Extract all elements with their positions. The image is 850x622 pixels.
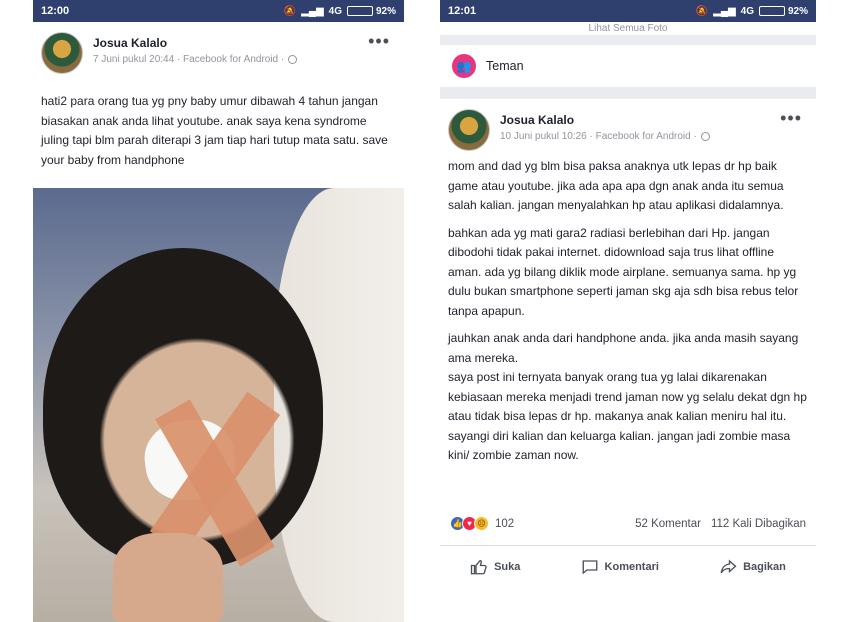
comment-label: Komentari [604, 560, 659, 573]
avatar[interactable] [448, 109, 490, 151]
engagement-counts: 52 Komentar 112 Kali Dibagikan [635, 518, 806, 530]
friends-section[interactable]: 👥 Teman [440, 45, 816, 87]
post-meta: Josua Kalalo 7 Juni pukul 20:44 · Facebo… [93, 36, 298, 65]
battery-percent: 92% [375, 5, 396, 17]
avatar[interactable] [41, 32, 83, 74]
author-name[interactable]: Josua Kalalo [93, 36, 297, 50]
post-text: hati2 para orang tua yg pny baby umur di… [41, 94, 388, 167]
see-all-photos-strip[interactable]: Lihat Semua Foto [440, 22, 816, 35]
share-label: Bagikan [743, 560, 786, 573]
like-button[interactable]: Suka [470, 558, 520, 576]
mute-icon: 🔕 [283, 5, 297, 17]
post-paragraph: bahkan ada yg mati gara2 radiasi berlebi… [448, 225, 799, 318]
battery-indicator: 92% [346, 5, 396, 17]
right-screenshot: 12:01 🔕 ▂▄▆ 4G 92% Lihat Semua Foto 👥 Te… [440, 0, 816, 622]
post-paragraph: jauhkan anak anda dari handphone anda. j… [448, 331, 807, 462]
signal-icon: ▂▄▆ [713, 5, 736, 17]
globe-icon [700, 132, 710, 141]
status-time: 12:01 [448, 5, 477, 17]
network-type: 4G [740, 5, 754, 17]
battery-icon [758, 6, 785, 16]
author-name[interactable]: Josua Kalalo [500, 113, 710, 127]
status-icons: 🔕 ▂▄▆ 4G 92% [696, 6, 808, 17]
battery-indicator: 92% [758, 5, 808, 17]
share-button[interactable]: Bagikan [719, 558, 786, 576]
globe-icon [288, 55, 298, 64]
like-label: Suka [494, 560, 521, 573]
comments-count[interactable]: 52 Komentar [635, 518, 701, 530]
child-hand [113, 533, 223, 622]
friends-icon: 👥 [452, 54, 476, 78]
status-icons: 🔕 ▂▄▆ 4G 92% [284, 6, 396, 17]
comment-icon [582, 559, 597, 574]
post-photo[interactable] [33, 188, 404, 622]
status-bar: 12:00 🔕 ▂▄▆ 4G 92% [33, 0, 404, 22]
post-meta: Josua Kalalo 10 Juni pukul 10:26 · Faceb… [500, 113, 710, 142]
more-options-button[interactable]: ••• [368, 32, 390, 50]
share-icon [720, 559, 737, 573]
battery-percent: 92% [787, 5, 808, 17]
shares-count[interactable]: 112 Kali Dibagikan [711, 518, 806, 530]
post-text: mom and dad yg blm bisa paksa anaknya ut… [440, 157, 816, 466]
post-paragraph: mom and dad yg blm bisa paksa anaknya ut… [448, 159, 784, 212]
post-stats: 👍 ♥ ☹ 102 52 Komentar 112 Kali Dibagikan [450, 516, 806, 531]
mute-icon: 🔕 [695, 5, 709, 17]
network-type: 4G [328, 5, 342, 17]
left-screenshot: 12:00 🔕 ▂▄▆ 4G 92% Josua Kalalo 7 Juni p… [33, 0, 404, 622]
post-timestamp: 7 Juni pukul 20:44 · Facebook for Androi… [93, 54, 298, 65]
status-bar: 12:01 🔕 ▂▄▆ 4G 92% [440, 0, 816, 22]
post-header: Josua Kalalo 7 Juni pukul 20:44 · Facebo… [33, 22, 404, 80]
more-options-button[interactable]: ••• [780, 109, 802, 127]
comment-button[interactable]: Komentari [581, 558, 659, 576]
reaction-count: 102 [495, 517, 515, 530]
post-header: Josua Kalalo 10 Juni pukul 10:26 · Faceb… [440, 99, 816, 157]
post-card: Josua Kalalo 10 Juni pukul 10:26 · Faceb… [440, 99, 816, 622]
post-actions: Suka Komentari Bagikan [440, 545, 816, 587]
battery-icon [346, 6, 373, 16]
signal-icon: ▂▄▆ [301, 5, 324, 17]
status-time: 12:00 [41, 5, 70, 17]
friends-label: Teman [486, 59, 524, 73]
sad-reaction-icon: ☹ [474, 516, 489, 531]
see-all-photos-link[interactable]: Lihat Semua Foto [440, 22, 816, 35]
reactions-summary[interactable]: 👍 ♥ ☹ 102 [450, 516, 514, 531]
post-timestamp: 10 Juni pukul 10:26 · Facebook for Andro… [500, 131, 710, 142]
thumbs-up-icon [470, 559, 487, 574]
